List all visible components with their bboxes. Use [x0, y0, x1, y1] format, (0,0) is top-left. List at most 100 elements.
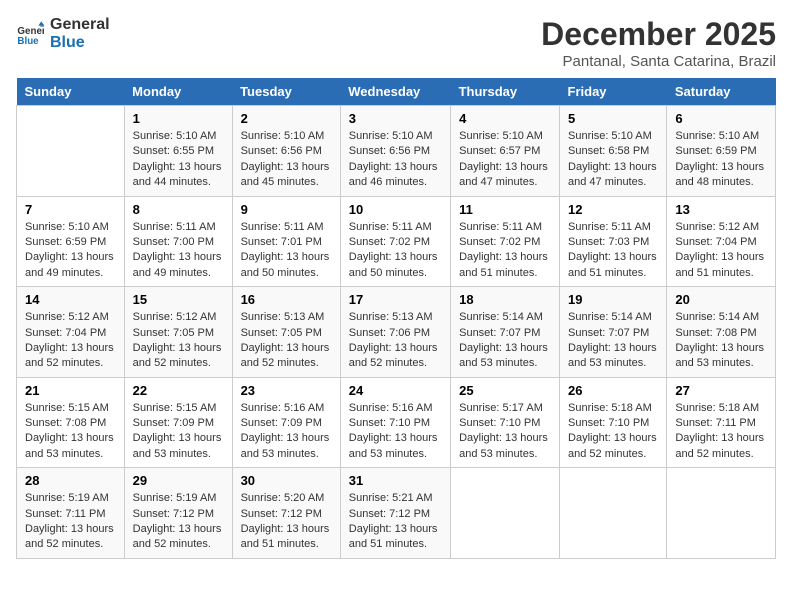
- day-info: Sunrise: 5:18 AM Sunset: 7:11 PM Dayligh…: [675, 401, 767, 463]
- logo-icon: General Blue: [16, 20, 44, 48]
- day-info: Sunrise: 5:19 AM Sunset: 7:12 PM Dayligh…: [133, 491, 224, 553]
- day-info: Sunrise: 5:19 AM Sunset: 7:11 PM Dayligh…: [25, 491, 116, 553]
- day-info: Sunrise: 5:10 AM Sunset: 6:59 PM Dayligh…: [675, 129, 767, 191]
- day-number: 3: [349, 111, 442, 126]
- week-row-0: 1 Sunrise: 5:10 AM Sunset: 6:55 PM Daylig…: [17, 106, 776, 197]
- weekday-header-friday: Friday: [560, 78, 667, 106]
- weekday-header-tuesday: Tuesday: [232, 78, 340, 106]
- day-info: Sunrise: 5:16 AM Sunset: 7:09 PM Dayligh…: [241, 401, 332, 463]
- calendar-cell: 18Sunrise: 5:14 AM Sunset: 7:07 PM Dayli…: [451, 287, 560, 378]
- page-header: General Blue General Blue December 2025 …: [16, 16, 776, 70]
- day-info: Sunrise: 5:14 AM Sunset: 7:07 PM Dayligh…: [459, 310, 551, 372]
- day-number: 5: [568, 111, 658, 126]
- calendar-cell: 30Sunrise: 5:20 AM Sunset: 7:12 PM Dayli…: [232, 468, 340, 559]
- calendar-cell: 12 Sunrise: 5:11 AM Sunset: 7:03 PM Dayli…: [560, 196, 667, 287]
- weekday-header-saturday: Saturday: [667, 78, 776, 106]
- day-number: 29: [133, 473, 224, 488]
- day-number: 12: [568, 202, 658, 217]
- day-info: Sunrise: 5:10 AM Sunset: 6:57 PM Dayligh…: [459, 129, 551, 191]
- day-number: 26: [568, 383, 658, 398]
- week-row-3: 21 Sunrise: 5:15 AM Sunset: 7:08 PM Dayli…: [17, 377, 776, 468]
- day-info: Sunrise: 5:15 AM Sunset: 7:08 PM Dayligh…: [25, 401, 116, 463]
- day-info: Sunrise: 5:14 AM Sunset: 7:07 PM Dayligh…: [568, 310, 658, 372]
- day-info: Sunrise: 5:11 AM Sunset: 7:02 PM Dayligh…: [459, 220, 551, 282]
- calendar-cell: 9 Sunrise: 5:11 AM Sunset: 7:01 PM Daylig…: [232, 196, 340, 287]
- day-number: 4: [459, 111, 551, 126]
- day-number: 25: [459, 383, 551, 398]
- calendar-cell: 6 Sunrise: 5:10 AM Sunset: 6:59 PM Daylig…: [667, 106, 776, 197]
- main-title: December 2025: [541, 16, 776, 53]
- day-number: 9: [241, 202, 332, 217]
- subtitle: Pantanal, Santa Catarina, Brazil: [541, 53, 776, 70]
- day-info: Sunrise: 5:20 AM Sunset: 7:12 PM Dayligh…: [241, 491, 332, 553]
- day-info: Sunrise: 5:12 AM Sunset: 7:04 PM Dayligh…: [25, 310, 116, 372]
- day-number: 14: [25, 292, 116, 307]
- week-row-1: 7 Sunrise: 5:10 AM Sunset: 6:59 PM Daylig…: [17, 196, 776, 287]
- day-info: Sunrise: 5:10 AM Sunset: 6:59 PM Dayligh…: [25, 220, 116, 282]
- day-info: Sunrise: 5:13 AM Sunset: 7:06 PM Dayligh…: [349, 310, 442, 372]
- day-number: 6: [675, 111, 767, 126]
- calendar-cell: 21 Sunrise: 5:15 AM Sunset: 7:08 PM Dayli…: [17, 377, 125, 468]
- day-number: 19: [568, 292, 658, 307]
- day-info: Sunrise: 5:11 AM Sunset: 7:01 PM Dayligh…: [241, 220, 332, 282]
- day-number: 27: [675, 383, 767, 398]
- day-number: 13: [675, 202, 767, 217]
- day-info: Sunrise: 5:10 AM Sunset: 6:56 PM Dayligh…: [241, 129, 332, 191]
- day-info: Sunrise: 5:12 AM Sunset: 7:04 PM Dayligh…: [675, 220, 767, 282]
- weekday-header-thursday: Thursday: [451, 78, 560, 106]
- day-info: Sunrise: 5:21 AM Sunset: 7:12 PM Dayligh…: [349, 491, 442, 553]
- calendar-cell: 13 Sunrise: 5:12 AM Sunset: 7:04 PM Dayli…: [667, 196, 776, 287]
- day-info: Sunrise: 5:10 AM Sunset: 6:58 PM Dayligh…: [568, 129, 658, 191]
- day-number: 22: [133, 383, 224, 398]
- day-info: Sunrise: 5:15 AM Sunset: 7:09 PM Dayligh…: [133, 401, 224, 463]
- calendar-cell: 4 Sunrise: 5:10 AM Sunset: 6:57 PM Daylig…: [451, 106, 560, 197]
- day-number: 28: [25, 473, 116, 488]
- calendar-cell: 27 Sunrise: 5:18 AM Sunset: 7:11 PM Dayli…: [667, 377, 776, 468]
- logo-blue: Blue: [50, 34, 110, 52]
- week-row-4: 28 Sunrise: 5:19 AM Sunset: 7:11 PM Dayli…: [17, 468, 776, 559]
- weekday-header-sunday: Sunday: [17, 78, 125, 106]
- logo-general: General: [50, 16, 110, 34]
- weekday-header-monday: Monday: [124, 78, 232, 106]
- calendar-cell: 24 Sunrise: 5:16 AM Sunset: 7:10 PM Dayli…: [340, 377, 450, 468]
- day-info: Sunrise: 5:18 AM Sunset: 7:10 PM Dayligh…: [568, 401, 658, 463]
- calendar-cell: 15Sunrise: 5:12 AM Sunset: 7:05 PM Dayli…: [124, 287, 232, 378]
- day-info: Sunrise: 5:14 AM Sunset: 7:08 PM Dayligh…: [675, 310, 767, 372]
- day-info: Sunrise: 5:10 AM Sunset: 6:56 PM Dayligh…: [349, 129, 442, 191]
- day-number: 23: [241, 383, 332, 398]
- day-info: Sunrise: 5:11 AM Sunset: 7:02 PM Dayligh…: [349, 220, 442, 282]
- calendar-cell: 3 Sunrise: 5:10 AM Sunset: 6:56 PM Daylig…: [340, 106, 450, 197]
- day-info: Sunrise: 5:10 AM Sunset: 6:55 PM Dayligh…: [133, 129, 224, 191]
- calendar-cell: [667, 468, 776, 559]
- day-info: Sunrise: 5:17 AM Sunset: 7:10 PM Dayligh…: [459, 401, 551, 463]
- day-number: 15: [133, 292, 224, 307]
- calendar-cell: 19 Sunrise: 5:14 AM Sunset: 7:07 PM Dayli…: [560, 287, 667, 378]
- day-info: Sunrise: 5:13 AM Sunset: 7:05 PM Dayligh…: [241, 310, 332, 372]
- day-number: 24: [349, 383, 442, 398]
- svg-text:Blue: Blue: [17, 35, 39, 46]
- day-number: 8: [133, 202, 224, 217]
- calendar-table: SundayMondayTuesdayWednesdayThursdayFrid…: [16, 78, 776, 559]
- day-info: Sunrise: 5:11 AM Sunset: 7:03 PM Dayligh…: [568, 220, 658, 282]
- calendar-cell: 16 Sunrise: 5:13 AM Sunset: 7:05 PM Dayli…: [232, 287, 340, 378]
- calendar-cell: 8Sunrise: 5:11 AM Sunset: 7:00 PM Daylig…: [124, 196, 232, 287]
- calendar-cell: 22 Sunrise: 5:15 AM Sunset: 7:09 PM Dayli…: [124, 377, 232, 468]
- calendar-cell: 29 Sunrise: 5:19 AM Sunset: 7:12 PM Dayli…: [124, 468, 232, 559]
- day-number: 1: [133, 111, 224, 126]
- calendar-cell: 11Sunrise: 5:11 AM Sunset: 7:02 PM Dayli…: [451, 196, 560, 287]
- calendar-cell: 31Sunrise: 5:21 AM Sunset: 7:12 PM Dayli…: [340, 468, 450, 559]
- day-number: 17: [349, 292, 442, 307]
- weekday-header-row: SundayMondayTuesdayWednesdayThursdayFrid…: [17, 78, 776, 106]
- calendar-cell: [560, 468, 667, 559]
- day-number: 16: [241, 292, 332, 307]
- day-number: 7: [25, 202, 116, 217]
- week-row-2: 14 Sunrise: 5:12 AM Sunset: 7:04 PM Dayli…: [17, 287, 776, 378]
- day-number: 21: [25, 383, 116, 398]
- day-number: 2: [241, 111, 332, 126]
- logo: General Blue General Blue: [16, 16, 110, 51]
- day-info: Sunrise: 5:16 AM Sunset: 7:10 PM Dayligh…: [349, 401, 442, 463]
- calendar-cell: 28 Sunrise: 5:19 AM Sunset: 7:11 PM Dayli…: [17, 468, 125, 559]
- calendar-cell: 14 Sunrise: 5:12 AM Sunset: 7:04 PM Dayli…: [17, 287, 125, 378]
- calendar-cell: 23 Sunrise: 5:16 AM Sunset: 7:09 PM Dayli…: [232, 377, 340, 468]
- calendar-cell: [451, 468, 560, 559]
